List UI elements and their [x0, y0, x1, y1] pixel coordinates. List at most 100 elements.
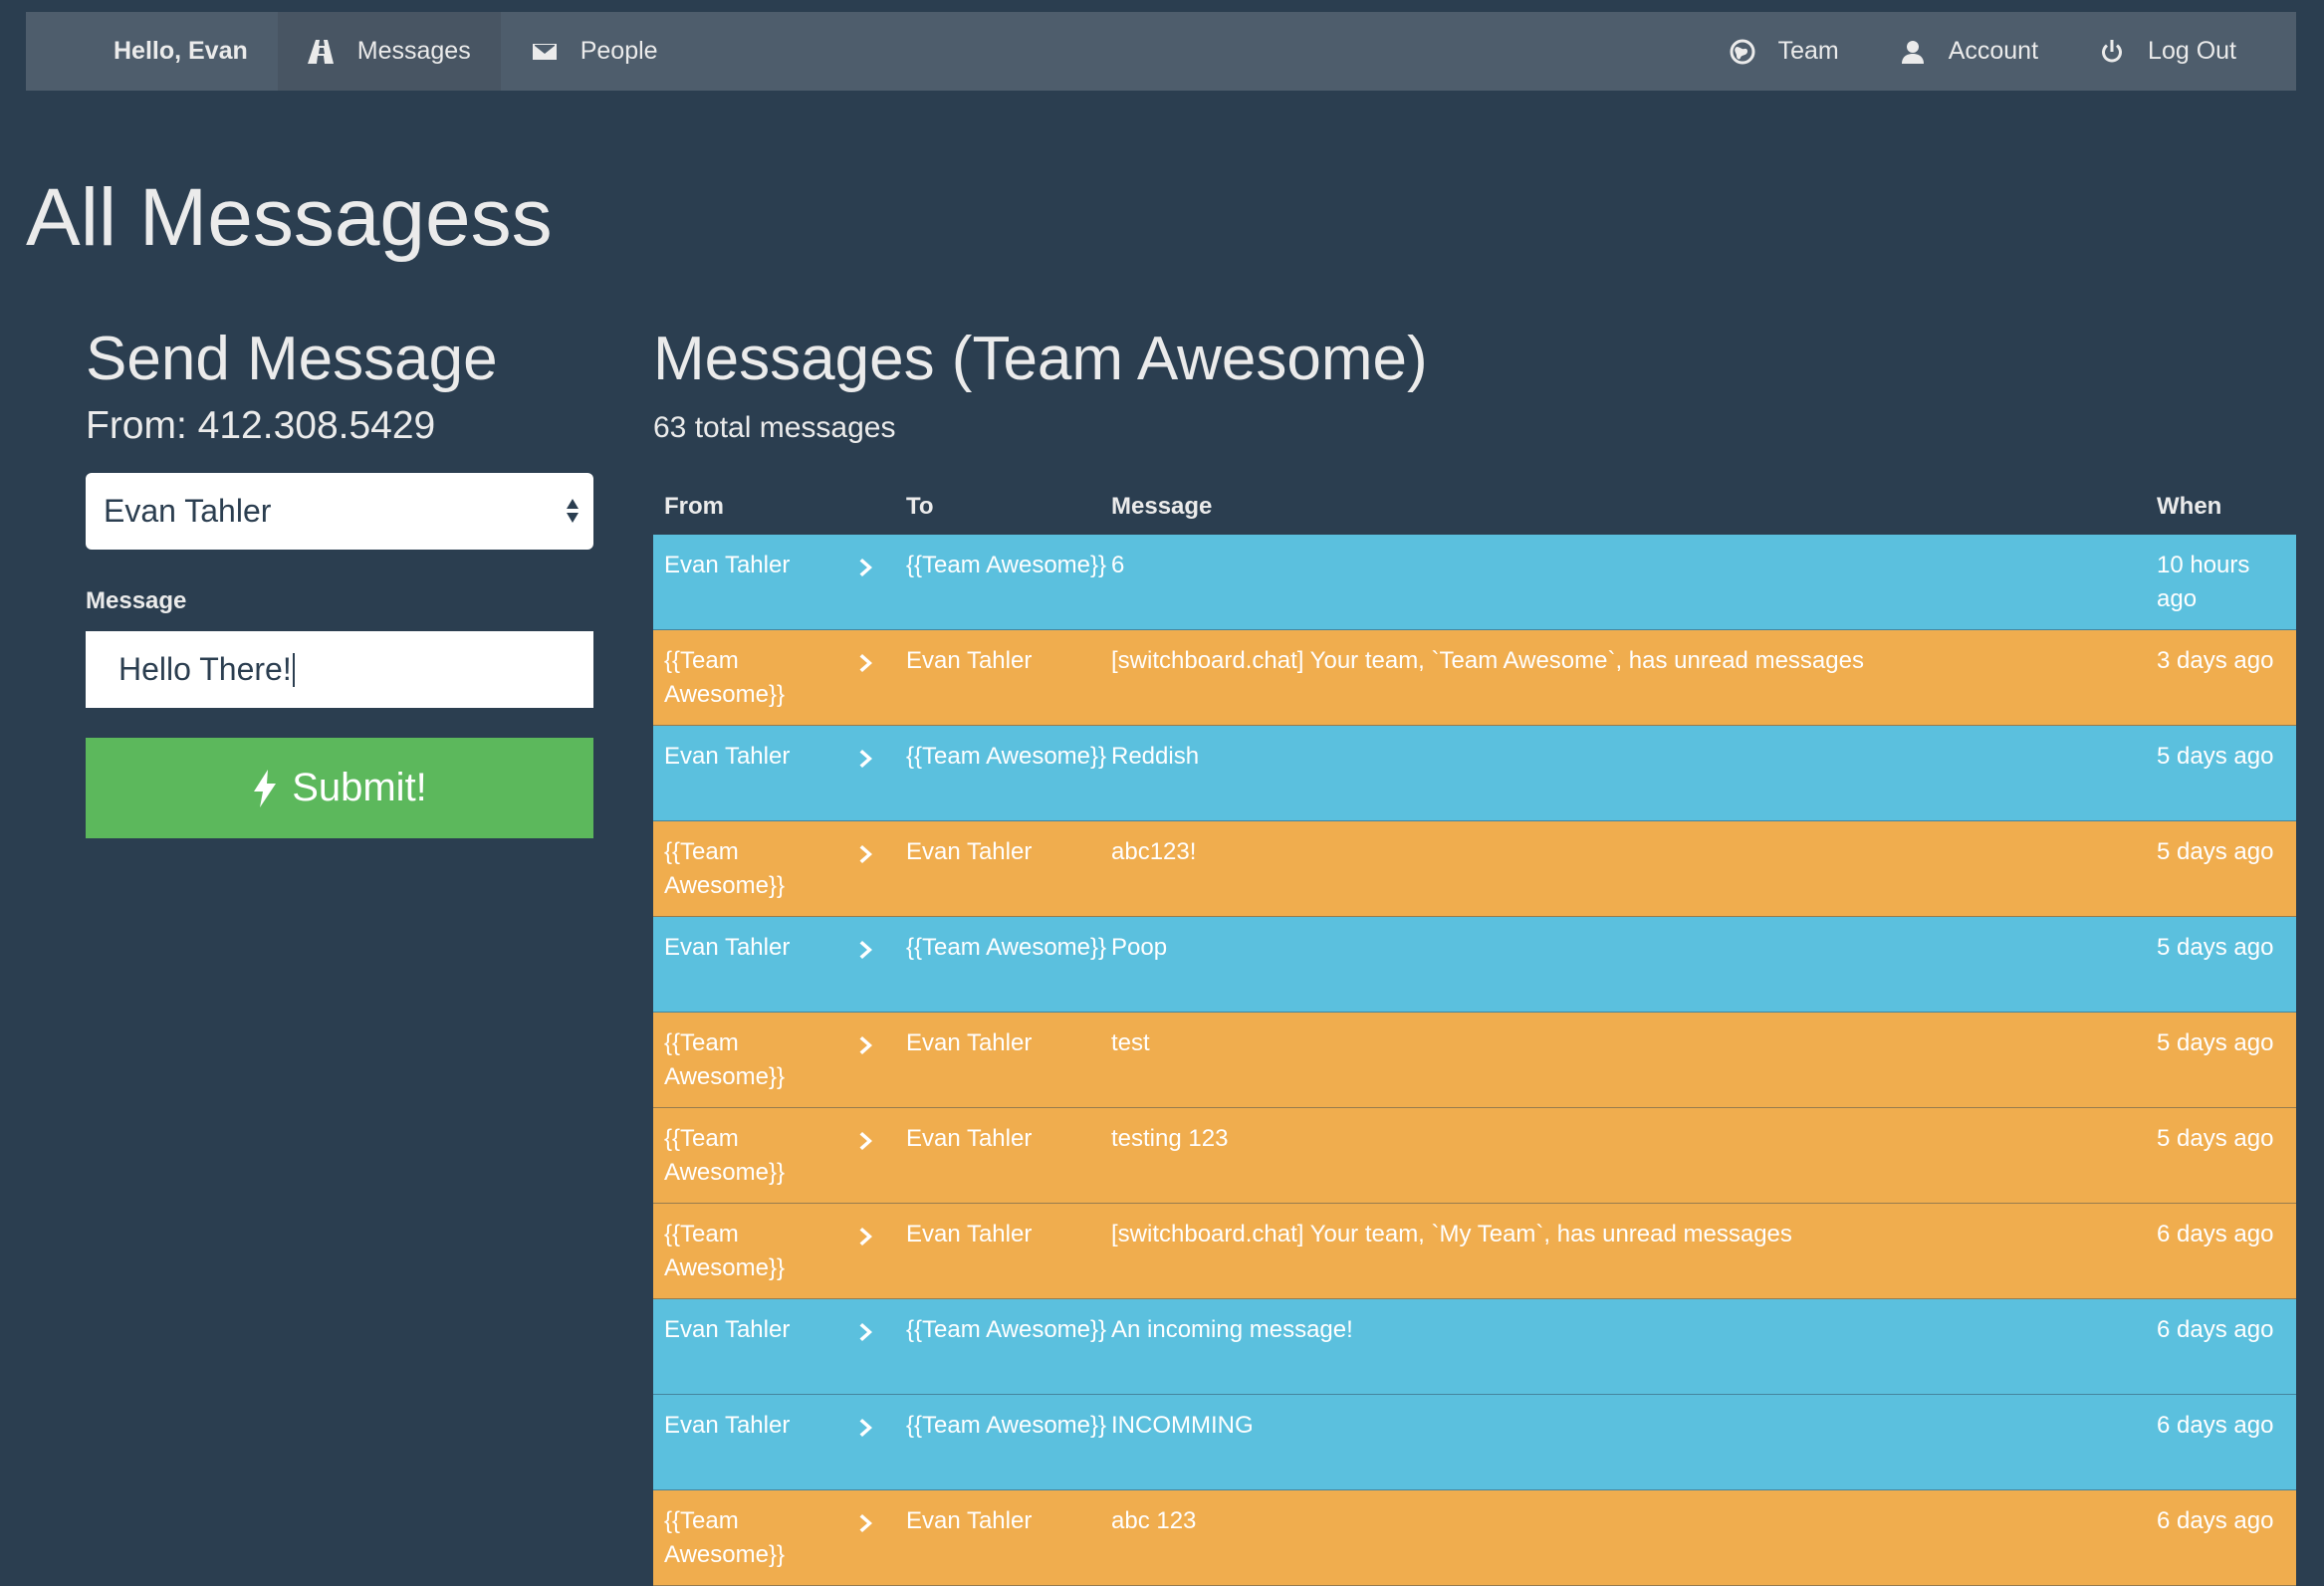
message-input-value: Hello There! [118, 651, 292, 687]
table-header: From To Message When [653, 478, 2296, 535]
user-icon [1899, 38, 1927, 66]
cell-to: Evan Tahler [906, 1221, 1033, 1247]
message-count: 63 total messages [653, 411, 896, 444]
bolt-icon [252, 769, 278, 807]
from-number: From: 412.308.5429 [86, 404, 436, 447]
cell-from: {{Team Awesome}} [664, 1125, 785, 1186]
globe-icon [1729, 38, 1756, 66]
cell-to: {{Team Awesome}} [906, 934, 1107, 961]
cell-arrow [858, 1490, 906, 1585]
cell-from: {{Team Awesome}} [664, 1029, 785, 1090]
cell-from: Evan Tahler [664, 1412, 791, 1439]
col-header-to: To [906, 492, 934, 520]
table-row[interactable]: Evan Tahler {{Team Awesome}} INCOMMING 6 da… [653, 1395, 2296, 1490]
table-row[interactable]: {{Team Awesome}} Evan Tahler testing 123 5 … [653, 1108, 2296, 1204]
messages-table: From To Message When Evan Tahler {{Team A… [653, 478, 2296, 1586]
nav-item-messages[interactable]: Messages [277, 12, 501, 91]
cell-message: 6 [1111, 552, 1125, 578]
cell-arrow [858, 917, 906, 1012]
cell-message: Poop [1111, 934, 1168, 961]
cell-when: 6 days ago [2157, 1316, 2274, 1343]
submit-label: Submit! [292, 766, 427, 809]
table-body: Evan Tahler {{Team Awesome}} 6 10 hours ago… [653, 535, 2296, 1586]
nav-item-team[interactable]: Team [1699, 12, 1869, 91]
cell-arrow [858, 726, 906, 820]
cell-to: {{Team Awesome}} [906, 743, 1107, 770]
table-row[interactable]: Evan Tahler {{Team Awesome}} An incoming m… [653, 1299, 2296, 1395]
cell-message: [switchboard.chat] Your team, `My Team`,… [1111, 1221, 1792, 1247]
send-message-title: Send Message [86, 325, 498, 393]
nav-item-account[interactable]: Account [1869, 12, 2068, 91]
top-navbar: Hello, Evan Messages People Team Account [26, 12, 2296, 91]
cell-from: {{Team Awesome}} [664, 647, 785, 708]
cell-message: testing 123 [1111, 1125, 1229, 1152]
table-row[interactable]: Evan Tahler {{Team Awesome}} Reddish 5 days… [653, 726, 2296, 821]
message-label: Message [86, 587, 187, 614]
cell-to: Evan Tahler [906, 1029, 1033, 1056]
table-row[interactable]: {{Team Awesome}} Evan Tahler test 5 days ag… [653, 1013, 2296, 1108]
cell-message: Reddish [1111, 743, 1200, 770]
cell-from: {{Team Awesome}} [664, 1507, 785, 1568]
cell-when: 10 hours ago [2157, 552, 2250, 612]
select-arrows-icon [566, 495, 580, 527]
message-input[interactable]: Hello There! [86, 631, 593, 708]
recipient-select[interactable]: Evan Tahler [86, 473, 593, 550]
nav-item-label: Log Out [2148, 37, 2236, 65]
table-row[interactable]: Evan Tahler {{Team Awesome}} 6 10 hours ago [653, 535, 2296, 630]
col-header-when: When [2157, 492, 2222, 520]
text-cursor [292, 652, 295, 687]
cell-when: 5 days ago [2157, 934, 2274, 961]
cell-from: Evan Tahler [664, 743, 791, 770]
cell-arrow [858, 1108, 906, 1203]
cell-message: An incoming message! [1111, 1316, 1353, 1343]
table-row[interactable]: {{Team Awesome}} Evan Tahler [switchboard.… [653, 630, 2296, 726]
cell-arrow [858, 821, 906, 916]
cell-arrow [858, 1395, 906, 1489]
table-row[interactable]: {{Team Awesome}} Evan Tahler abc123! 5 days… [653, 821, 2296, 917]
col-header-from: From [664, 492, 724, 520]
table-row[interactable]: {{Team Awesome}} Evan Tahler abc 123 6 days… [653, 1490, 2296, 1586]
cell-when: 6 days ago [2157, 1507, 2274, 1534]
send-message-panel: Send Message From: 412.308.5429 Evan Tah… [86, 324, 593, 838]
cell-arrow [858, 1204, 906, 1298]
cell-to: {{Team Awesome}} [906, 1316, 1107, 1343]
chevron-right-icon [858, 650, 876, 725]
envelope-icon [531, 38, 559, 66]
cell-when: 3 days ago [2157, 647, 2274, 674]
cell-when: 6 days ago [2157, 1221, 2274, 1247]
nav-item-logout[interactable]: Log Out [2068, 12, 2296, 91]
cell-to: {{Team Awesome}} [906, 1412, 1107, 1439]
cell-when: 5 days ago [2157, 1029, 2274, 1056]
table-row[interactable]: Evan Tahler {{Team Awesome}} Poop 5 days ag… [653, 917, 2296, 1013]
chevron-right-icon [858, 1415, 876, 1489]
cell-arrow [858, 630, 906, 725]
nav-item-people[interactable]: People [501, 12, 688, 91]
cell-from: {{Team Awesome}} [664, 1221, 785, 1281]
cell-message: INCOMMING [1111, 1412, 1254, 1439]
cell-to: Evan Tahler [906, 1125, 1033, 1152]
chevron-right-icon [858, 1128, 876, 1203]
table-row[interactable]: {{Team Awesome}} Evan Tahler [switchboard.… [653, 1204, 2296, 1299]
submit-button[interactable]: Submit! [86, 738, 593, 838]
cell-arrow [858, 1013, 906, 1107]
col-header-message: Message [1111, 492, 1213, 520]
cell-arrow [858, 535, 906, 629]
cell-to: {{Team Awesome}} [906, 552, 1107, 578]
cell-when: 6 days ago [2157, 1412, 2274, 1439]
chevron-right-icon [858, 937, 876, 1012]
nav-item-label: People [580, 37, 658, 65]
cell-from: Evan Tahler [664, 552, 791, 578]
cell-to: Evan Tahler [906, 1507, 1033, 1534]
messages-panel: Messages (Team Awesome) 63 total message… [653, 324, 2296, 451]
cell-message: test [1111, 1029, 1150, 1056]
cell-message: abc123! [1111, 838, 1197, 865]
cell-from: Evan Tahler [664, 934, 791, 961]
nav-item-label: Account [1948, 37, 2039, 65]
cell-arrow [858, 1299, 906, 1394]
chevron-right-icon [858, 555, 876, 629]
cell-when: 5 days ago [2157, 838, 2274, 865]
cell-when: 5 days ago [2157, 1125, 2274, 1152]
nav-brand[interactable]: Hello, Evan [26, 12, 278, 91]
power-icon [2098, 38, 2126, 66]
cell-when: 5 days ago [2157, 743, 2274, 770]
